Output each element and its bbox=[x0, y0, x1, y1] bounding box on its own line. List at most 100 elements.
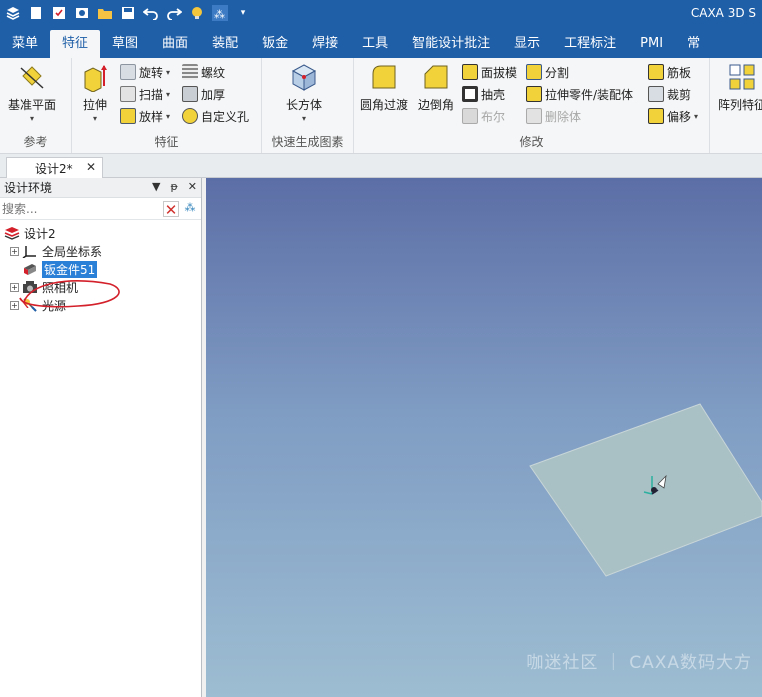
chevron-down-icon: ▾ bbox=[166, 89, 171, 99]
ribbon-group-reference: 基准平面 ▾ 参考 bbox=[0, 58, 72, 153]
tree-item-global-coords[interactable]: + 全局坐标系 bbox=[0, 242, 201, 260]
design-tree: 设计2 + 全局坐标系 钣金件51 + 照相机 + 光源 bbox=[0, 220, 201, 314]
menu-tab[interactable]: PMI bbox=[628, 30, 675, 58]
ribbon-group-quick-primitives: 长方体 ▾ 快速生成图素 bbox=[262, 58, 354, 153]
fillet-button[interactable]: 圆角过渡 bbox=[360, 62, 408, 113]
app-logo-icon[interactable] bbox=[4, 4, 22, 22]
document-tab[interactable]: 设计2* ✕ bbox=[6, 157, 103, 178]
menu-tab[interactable]: 显示 bbox=[502, 30, 552, 58]
group-label-quick-primitives: 快速生成图素 bbox=[271, 135, 344, 149]
rib-icon bbox=[648, 64, 664, 80]
save-icon[interactable] bbox=[119, 4, 137, 22]
chevron-down-icon: ▾ bbox=[166, 67, 171, 77]
split-button[interactable]: 分割 bbox=[526, 62, 569, 82]
custom-hole-icon bbox=[182, 108, 198, 124]
open-file-icon[interactable] bbox=[50, 4, 68, 22]
trim-button[interactable]: 裁剪 bbox=[648, 84, 691, 104]
delete-body-icon bbox=[526, 108, 542, 124]
design-environment-panel: 设计环境 ▼ ᵽ ✕ ✕ ⁂ 设计2 + 全局坐标系 钣金件51 + 照相机 bbox=[0, 178, 202, 697]
loft-button[interactable]: 放样 ▾ bbox=[120, 106, 170, 126]
revolve-button[interactable]: 旋转 ▾ bbox=[120, 62, 170, 82]
3d-viewport[interactable]: 咖迷社区 ｜ CAXA数码大方 bbox=[206, 178, 762, 697]
filter-icon[interactable]: ⁂ bbox=[182, 201, 198, 217]
draft-icon bbox=[462, 64, 478, 80]
menu-tab[interactable]: 焊接 bbox=[300, 30, 350, 58]
group-label-modify: 修改 bbox=[519, 135, 544, 149]
fillet-icon bbox=[372, 65, 396, 89]
viewport-scene bbox=[529, 403, 762, 577]
sweep-icon bbox=[120, 86, 136, 102]
tree-root[interactable]: 设计2 bbox=[0, 224, 201, 242]
draft-button[interactable]: 面拔模 bbox=[462, 62, 517, 82]
thicken-icon bbox=[182, 86, 198, 102]
offset-button[interactable]: 偏移 ▾ bbox=[648, 106, 698, 126]
menu-tab[interactable]: 曲面 bbox=[150, 30, 200, 58]
filter-icon[interactable]: ⁂ bbox=[211, 4, 229, 22]
chamfer-icon bbox=[424, 65, 448, 89]
document-tab-strip: 设计2* ✕ bbox=[0, 154, 762, 178]
new-file-icon[interactable] bbox=[27, 4, 45, 22]
thread-icon bbox=[182, 64, 198, 80]
chevron-down-icon: ▾ bbox=[166, 111, 171, 121]
chevron-down-icon: ▾ bbox=[694, 111, 699, 121]
menu-tab[interactable]: 特征 bbox=[50, 30, 101, 58]
chamfer-button[interactable]: 边倒角 bbox=[418, 62, 454, 113]
thicken-button[interactable]: 加厚 bbox=[182, 84, 225, 104]
tree-item-light[interactable]: + 光源 bbox=[0, 296, 201, 314]
group-label-feature: 特征 bbox=[154, 135, 179, 149]
menu-tab[interactable]: 钣金 bbox=[250, 30, 300, 58]
tree-item-sheet-metal[interactable]: 钣金件51 bbox=[0, 260, 201, 278]
close-icon[interactable]: ✕ bbox=[188, 180, 197, 193]
array-feature-button[interactable]: 阵列特征 bbox=[718, 62, 762, 113]
custom-hole-button[interactable]: 自定义孔 bbox=[182, 106, 249, 126]
datum-plane-button[interactable]: 基准平面 ▾ bbox=[8, 62, 56, 123]
menu-tab[interactable]: 草图 bbox=[100, 30, 150, 58]
menu-tab[interactable]: 菜单 bbox=[0, 30, 50, 58]
print-icon[interactable] bbox=[73, 4, 91, 22]
search-input[interactable] bbox=[2, 201, 152, 216]
shell-icon bbox=[462, 86, 478, 102]
expand-icon[interactable]: + bbox=[10, 300, 19, 310]
ribbon-group-array: 阵列特征 bbox=[710, 58, 762, 153]
menu-tab-bar: 菜单 特征 草图 曲面 装配 钣金 焊接 工具 智能设计批注 显示 工程标注 PMI 常 bbox=[0, 28, 762, 58]
lightbulb-icon[interactable] bbox=[188, 4, 206, 22]
sheet-metal-plate[interactable] bbox=[529, 403, 762, 577]
dropdown-icon[interactable]: ▾ bbox=[234, 4, 252, 22]
redo-icon[interactable] bbox=[165, 4, 183, 22]
boolean-button[interactable]: 布尔 bbox=[462, 106, 505, 126]
trim-icon bbox=[648, 86, 664, 102]
chevron-down-icon: ▾ bbox=[302, 114, 307, 123]
ribbon-group-modify: 圆角过渡 边倒角 面拔模 抽壳 布尔 分割 拉伸零件/装配体 删除体 筋板 裁剪… bbox=[354, 58, 710, 153]
menu-tab[interactable]: 工具 bbox=[350, 30, 400, 58]
watermark: 咖迷社区 ｜ CAXA数码大方 bbox=[526, 653, 752, 673]
stretch-part-icon bbox=[526, 86, 542, 102]
title-bar: ⁂ ▾ CAXA 3D S bbox=[0, 0, 762, 28]
panel-menu-icon[interactable]: ▼ bbox=[152, 180, 160, 193]
undo-icon[interactable] bbox=[142, 4, 160, 22]
folder-icon[interactable] bbox=[96, 4, 114, 22]
coordinate-system-icon bbox=[22, 246, 36, 258]
delete-body-button[interactable]: 删除体 bbox=[526, 106, 581, 126]
tree-item-camera[interactable]: + 照相机 bbox=[0, 278, 201, 296]
menu-tab[interactable]: 智能设计批注 bbox=[400, 30, 502, 58]
menu-tab[interactable]: 工程标注 bbox=[552, 30, 628, 58]
box-button[interactable]: 长方体 ▾ bbox=[286, 62, 322, 123]
clear-search-icon[interactable]: ✕ bbox=[163, 201, 179, 218]
expand-icon[interactable]: + bbox=[10, 282, 19, 292]
rib-button[interactable]: 筋板 bbox=[648, 62, 691, 82]
shell-button[interactable]: 抽壳 bbox=[462, 84, 505, 104]
pin-icon[interactable]: ᵽ bbox=[170, 180, 177, 193]
panel-title: 设计环境 bbox=[4, 181, 53, 195]
close-icon[interactable]: ✕ bbox=[86, 160, 96, 174]
extrude-icon bbox=[84, 65, 107, 92]
expand-icon[interactable]: + bbox=[10, 246, 19, 256]
menu-tab[interactable]: 常 bbox=[675, 30, 712, 58]
sweep-button[interactable]: 扫描 ▾ bbox=[120, 84, 170, 104]
datum-plane-icon bbox=[20, 66, 44, 89]
stretch-part-button[interactable]: 拉伸零件/装配体 bbox=[526, 84, 633, 104]
ribbon-group-feature: 拉伸 ▾ 旋转 ▾ 扫描 ▾ 放样 ▾ 螺纹 加厚 自定义孔 特征 bbox=[72, 58, 262, 153]
offset-icon bbox=[648, 108, 664, 124]
menu-tab[interactable]: 装配 bbox=[200, 30, 250, 58]
thread-button[interactable]: 螺纹 bbox=[182, 62, 225, 82]
extrude-button[interactable]: 拉伸 ▾ bbox=[80, 62, 110, 123]
